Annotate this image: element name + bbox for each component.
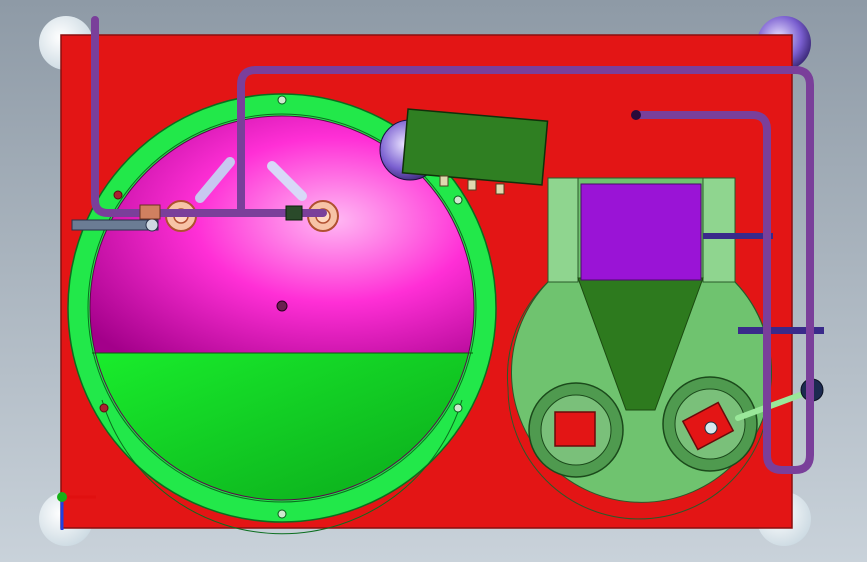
bolt-hole [453, 403, 463, 413]
hopper-left-wall [547, 177, 579, 283]
rotor-right[interactable] [662, 376, 758, 472]
terminal-2 [467, 179, 477, 191]
terminal-1 [439, 175, 449, 187]
bolt-hole [277, 509, 287, 519]
dome-center-boss [276, 300, 288, 312]
assembly-drawing[interactable] [0, 0, 867, 562]
bolt-hole [277, 95, 287, 105]
rotor-shaft [704, 421, 718, 435]
triad-y-axis [57, 492, 67, 502]
rotor-port[interactable] [554, 411, 596, 447]
rotor-left[interactable] [528, 382, 624, 478]
bolt-hole [99, 403, 109, 413]
motor-body[interactable] [401, 108, 549, 186]
valve-knob[interactable] [145, 218, 159, 232]
bolt-hole [113, 190, 123, 200]
valve-body [139, 204, 161, 220]
cad-viewport[interactable] [0, 0, 867, 562]
feed-bin[interactable] [580, 183, 702, 281]
coupling [285, 205, 303, 221]
valve-handle[interactable] [71, 219, 159, 231]
bolt-hole [453, 195, 463, 205]
support-bar-upper [703, 233, 773, 239]
pipe-end-cap [631, 110, 641, 120]
hopper-right-wall [702, 177, 736, 283]
terminal-3 [495, 183, 505, 195]
